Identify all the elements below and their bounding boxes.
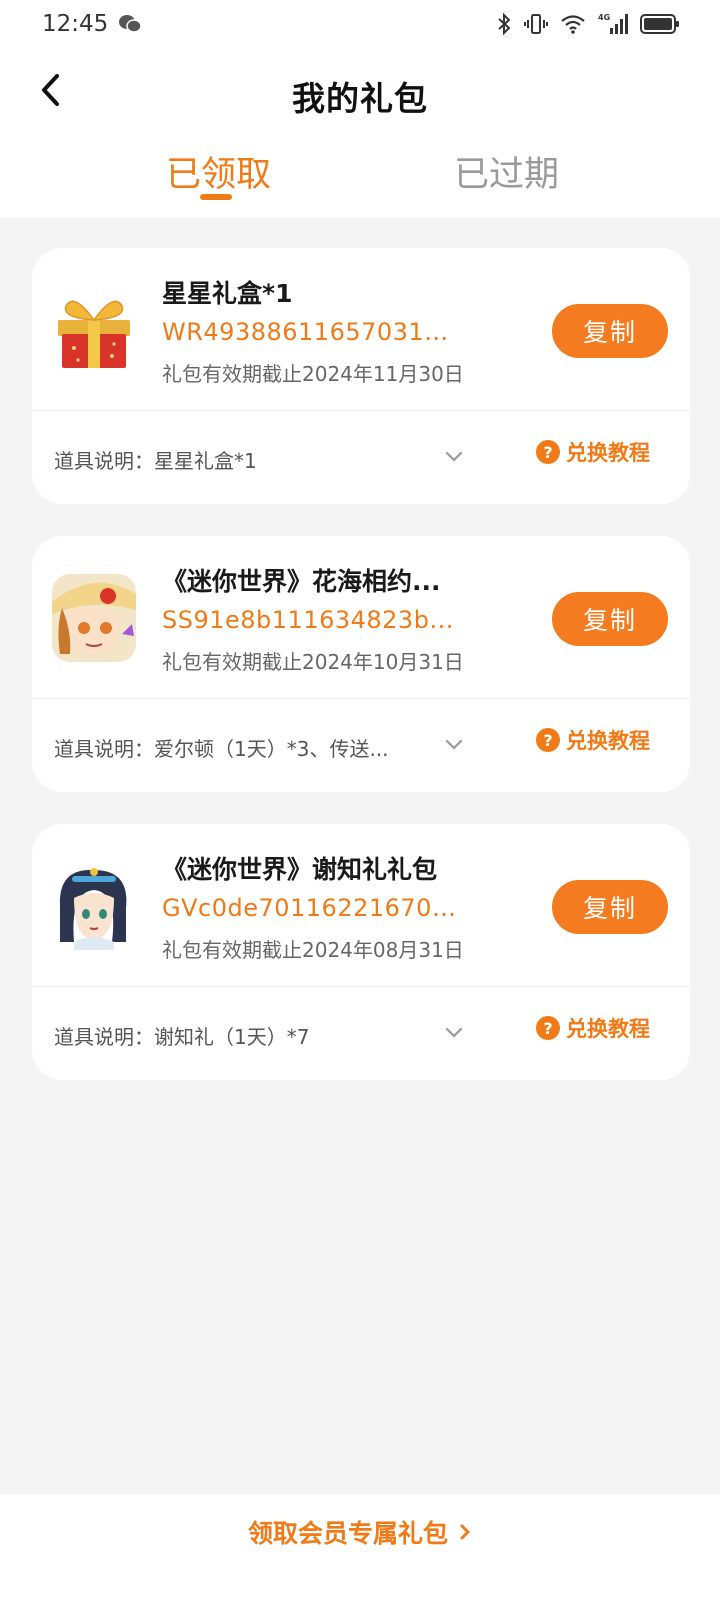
game-character-icon (52, 574, 136, 662)
redeem-tutorial-link[interactable]: ? 兑换教程 (536, 437, 650, 467)
gift-code: SS91e8b111634823b... (162, 606, 454, 634)
question-icon: ? (536, 728, 560, 752)
chevron-down-icon[interactable] (442, 735, 466, 755)
signal-4g-icon: 4G (598, 13, 628, 34)
member-gift-link[interactable]: 领取会员专属礼包 (248, 1514, 472, 1550)
gift-name: 《迷你世界》谢知礼礼包 (162, 855, 438, 884)
chevron-down-icon[interactable] (442, 1023, 466, 1043)
gift-code: WR493886116570319... (162, 318, 462, 346)
gift-description: 道具说明：星星礼盒*1 (54, 449, 257, 473)
wechat-icon (119, 15, 143, 33)
member-gift-label: 领取会员专属礼包 (247, 1519, 448, 1548)
gift-box-icon (52, 286, 136, 374)
gift-card: 《迷你世界》谢知礼礼包 GVc0de70116221670f... 礼包有效期截… (32, 824, 690, 1080)
game-character-icon (52, 862, 136, 950)
tab-expired[interactable]: 已过期 (454, 146, 559, 197)
bluetooth-icon (498, 12, 511, 36)
vibrate-icon (524, 14, 548, 34)
back-arrow-icon (42, 74, 59, 106)
redeem-tutorial-link[interactable]: ? 兑换教程 (536, 1013, 650, 1043)
tab-indicator (200, 194, 232, 200)
gift-description: 道具说明：爱尔顿（1天）*3、传送... (54, 737, 389, 761)
tab-bar: 已领取 已过期 (0, 134, 720, 218)
battery-icon (640, 14, 679, 34)
gift-name: 星星礼盒*1 (162, 279, 293, 308)
gift-name: 《迷你世界》花海相约... (162, 567, 441, 596)
tab-claimed[interactable]: 已领取 (166, 146, 271, 197)
question-icon: ? (536, 1016, 560, 1040)
gift-expiry: 礼包有效期截止2024年08月31日 (162, 938, 464, 962)
redeem-tutorial-link[interactable]: ? 兑换教程 (536, 725, 650, 755)
footer: 领取会员专属礼包 (0, 1494, 720, 1612)
copy-button[interactable]: 复制 (552, 592, 668, 646)
status-time: 12:45 (42, 11, 109, 37)
back-button[interactable] (30, 68, 70, 112)
gift-card: 《迷你世界》花海相约... SS91e8b111634823b... 礼包有效期… (32, 536, 690, 792)
copy-button[interactable]: 复制 (552, 880, 668, 934)
header: 我的礼包 (0, 56, 720, 136)
wifi-icon (561, 15, 585, 34)
tutorial-label: 兑换教程 (566, 441, 650, 465)
gift-description: 道具说明：谢知礼（1天）*7 (54, 1025, 310, 1049)
status-bar: 12:45 4G (0, 0, 720, 48)
question-icon: ? (536, 440, 560, 464)
chevron-down-icon[interactable] (442, 447, 466, 467)
gift-code: GVc0de70116221670f... (162, 894, 462, 922)
page-title: 我的礼包 (292, 79, 428, 118)
top-section: 12:45 4G 我的礼包 已领取 已过期 (0, 0, 720, 218)
svg-text:4G: 4G (598, 13, 610, 22)
copy-button[interactable]: 复制 (552, 304, 668, 358)
gift-expiry: 礼包有效期截止2024年10月31日 (162, 650, 464, 674)
tutorial-label: 兑换教程 (566, 1017, 650, 1041)
gift-card: 星星礼盒*1 WR493886116570319... 礼包有效期截止2024年… (32, 248, 690, 504)
tutorial-label: 兑换教程 (566, 729, 650, 753)
chevron-right-icon (460, 1524, 470, 1540)
gift-expiry: 礼包有效期截止2024年11月30日 (162, 362, 464, 386)
